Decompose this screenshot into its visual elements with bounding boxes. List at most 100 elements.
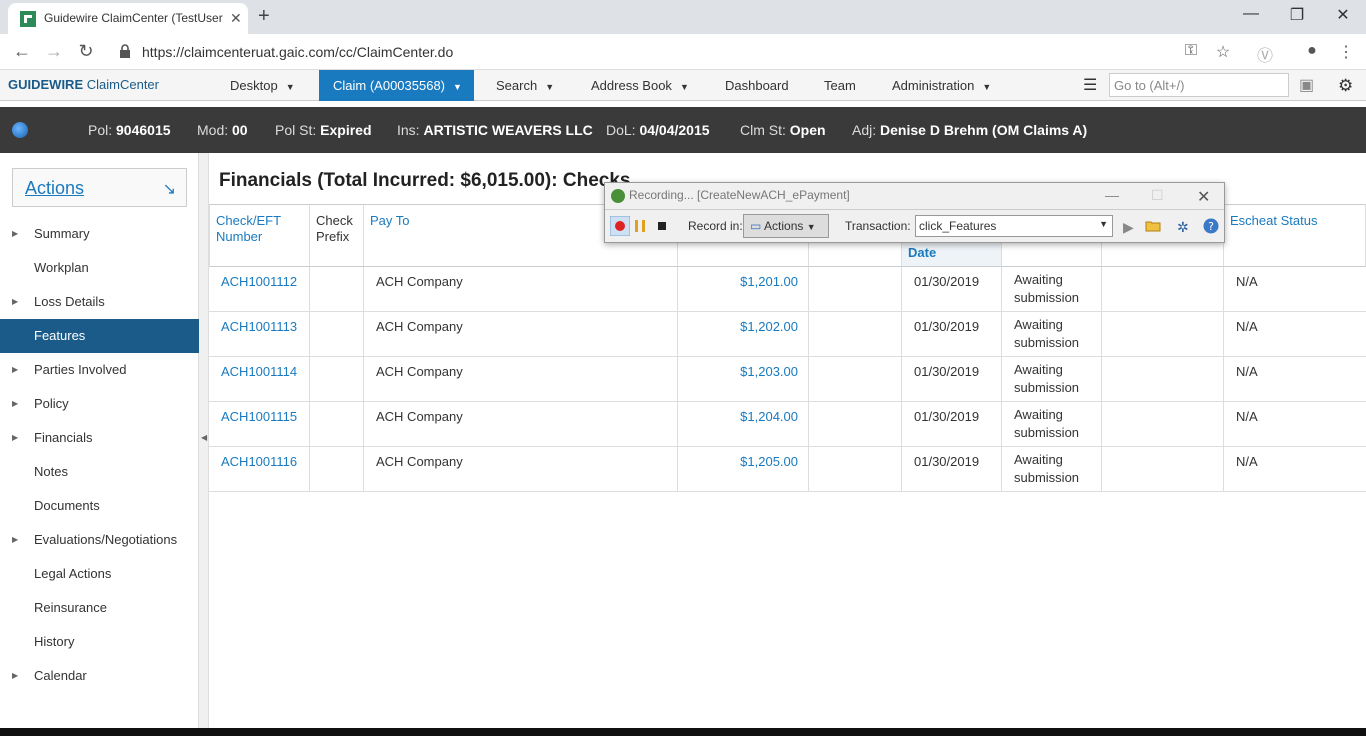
- pay-to-cell: ACH Company: [364, 357, 678, 402]
- amount-link[interactable]: $1,201.00: [678, 267, 809, 312]
- window-close-icon[interactable]: ✕: [1333, 5, 1353, 25]
- col-header-escheat-status[interactable]: Escheat Status: [1224, 204, 1366, 267]
- sidebar-item-workplan[interactable]: Workplan: [0, 251, 199, 285]
- status-orb-icon[interactable]: [12, 122, 28, 138]
- sidebar-item-financials[interactable]: ▶ Financials: [0, 421, 199, 455]
- escheat-cell: N/A: [1236, 274, 1258, 289]
- open-folder-icon[interactable]: [1145, 218, 1161, 234]
- check-number-link[interactable]: ACH1001112: [209, 267, 310, 312]
- escheat-cell: N/A: [1236, 364, 1258, 379]
- table-row: ACH1001115 ACH Company $1,204.00 01/30/2…: [209, 402, 1366, 447]
- goto-input[interactable]: Go to (Alt+/): [1109, 73, 1289, 97]
- nav-team[interactable]: Team: [824, 70, 856, 101]
- chevron-down-icon[interactable]: ▼: [545, 72, 554, 103]
- escheat-cell: N/A: [1236, 409, 1258, 424]
- minimize-icon[interactable]: —: [1241, 5, 1261, 23]
- collapse-left-icon[interactable]: ◀: [201, 433, 207, 442]
- browser-tab[interactable]: Guidewire ClaimCenter (TestUser ✕: [8, 3, 248, 34]
- sidebar-item-features[interactable]: Features: [0, 319, 199, 353]
- col-header-check-prefix: Check Prefix: [310, 204, 364, 267]
- capture-target-icon[interactable]: ✲: [1177, 219, 1189, 236]
- expand-triangle-icon[interactable]: ▶: [12, 353, 18, 387]
- help-icon[interactable]: ?: [1203, 218, 1219, 234]
- expand-triangle-icon[interactable]: ▶: [12, 285, 18, 319]
- hamburger-menu-icon[interactable]: ☰: [1083, 70, 1097, 101]
- sidebar-item-evaluations[interactable]: ▶ Evaluations/Negotiations: [0, 523, 199, 557]
- status-cell: Awaiting submission: [1002, 357, 1102, 402]
- sidebar-item-summary[interactable]: ▶ Summary: [0, 217, 199, 251]
- reload-icon[interactable]: ↻: [75, 41, 97, 62]
- profile-icon[interactable]: ●: [1302, 42, 1322, 60]
- chevron-down-icon[interactable]: ▼: [1099, 219, 1108, 229]
- record-icon[interactable]: [610, 216, 630, 236]
- extension-icon[interactable]: Ⓥ: [1255, 42, 1275, 66]
- insured-name: Ins: ARTISTIC WEAVERS LLC: [397, 122, 593, 138]
- expand-triangle-icon[interactable]: ▶: [12, 523, 18, 557]
- back-icon[interactable]: ←: [11, 41, 33, 62]
- check-number-link[interactable]: ACH1001114: [209, 357, 310, 402]
- tab-close-icon[interactable]: ✕: [230, 10, 242, 27]
- stop-icon[interactable]: [654, 218, 670, 234]
- chevron-down-icon[interactable]: ▼: [982, 72, 991, 103]
- chevron-down-icon[interactable]: ▼: [680, 72, 689, 103]
- pause-icon[interactable]: [632, 218, 648, 234]
- status-cell: Awaiting submission: [1002, 402, 1102, 447]
- sidebar-item-parties-involved[interactable]: ▶ Parties Involved: [0, 353, 199, 387]
- amount-link[interactable]: $1,203.00: [678, 357, 809, 402]
- chevron-down-icon[interactable]: ▼: [286, 72, 295, 103]
- expand-triangle-icon[interactable]: ▶: [12, 217, 18, 251]
- nav-claim[interactable]: Claim (A00035568) ▼: [319, 70, 474, 101]
- chevron-down-icon[interactable]: ▼: [453, 72, 462, 103]
- amount-link[interactable]: $1,205.00: [678, 447, 809, 492]
- pay-to-cell: ACH Company: [364, 402, 678, 447]
- browser-menu-icon[interactable]: ⋮: [1336, 42, 1356, 62]
- sidebar-item-reinsurance[interactable]: Reinsurance: [0, 591, 199, 625]
- recorder-minimize-icon[interactable]: —: [1105, 187, 1119, 203]
- expand-triangle-icon[interactable]: ▶: [12, 659, 18, 693]
- blank-cell: [809, 267, 902, 312]
- check-number-link[interactable]: ACH1001116: [209, 447, 310, 492]
- col-header-check-number[interactable]: Check/EFT Number: [209, 204, 310, 267]
- nav-administration[interactable]: Administration ▼: [892, 70, 991, 101]
- recorder-close-icon[interactable]: ✕: [1197, 187, 1210, 207]
- expand-triangle-icon[interactable]: ▶: [12, 421, 18, 455]
- sidebar-item-loss-details[interactable]: ▶ Loss Details: [0, 285, 199, 319]
- expand-triangle-icon[interactable]: ▶: [12, 387, 18, 421]
- status-cell: Awaiting submission: [1002, 267, 1102, 312]
- nav-dashboard[interactable]: Dashboard: [725, 70, 789, 101]
- recorder-toolbar: Record in: ▭ Actions ▼ Transaction: clic…: [605, 209, 1224, 242]
- sidebar-item-calendar[interactable]: ▶ Calendar: [0, 659, 199, 693]
- amount-link[interactable]: $1,204.00: [678, 402, 809, 447]
- transaction-input[interactable]: click_Features ▼: [915, 215, 1113, 237]
- key-icon[interactable]: ⚿: [1181, 42, 1201, 60]
- sidebar-item-policy[interactable]: ▶ Policy: [0, 387, 199, 421]
- sidebar-item-history[interactable]: History: [0, 625, 199, 659]
- new-tab-icon[interactable]: +: [258, 5, 270, 28]
- os-taskbar: [0, 728, 1366, 736]
- table-row: ACH1001116 ACH Company $1,205.00 01/30/2…: [209, 447, 1366, 492]
- bookmark-star-icon[interactable]: ☆: [1213, 42, 1233, 62]
- restore-icon[interactable]: ❐: [1287, 5, 1307, 25]
- svg-text:?: ?: [1208, 220, 1214, 233]
- actions-button[interactable]: Actions ↘: [12, 168, 187, 207]
- sidebar-splitter[interactable]: ◀: [199, 153, 209, 728]
- play-arrow-icon[interactable]: ▶: [1123, 219, 1134, 236]
- record-in-select[interactable]: ▭ Actions ▼: [743, 214, 829, 238]
- amount-link[interactable]: $1,202.00: [678, 312, 809, 357]
- nav-desktop[interactable]: Desktop ▼: [230, 70, 295, 101]
- sidebar-item-notes[interactable]: Notes: [0, 455, 199, 489]
- check-number-link[interactable]: ACH1001113: [209, 312, 310, 357]
- gear-icon[interactable]: ⚙: [1338, 70, 1353, 101]
- nav-search[interactable]: Search ▼: [496, 70, 554, 101]
- app-nav-bar: GUIDEWIRE ClaimCenter Desktop ▼ Claim (A0…: [0, 70, 1366, 101]
- save-icon[interactable]: ▣: [1299, 70, 1314, 101]
- tab-title: Guidewire ClaimCenter (TestUser: [44, 11, 223, 25]
- recorder-maximize-icon[interactable]: ☐: [1151, 187, 1164, 204]
- forward-icon[interactable]: →: [43, 41, 65, 62]
- url-input[interactable]: https://claimcenteruat.gaic.com/cc/Claim…: [142, 44, 453, 60]
- sidebar-item-documents[interactable]: Documents: [0, 489, 199, 523]
- check-number-link[interactable]: ACH1001115: [209, 402, 310, 447]
- nav-address-book[interactable]: Address Book ▼: [591, 70, 689, 101]
- status-cell: Awaiting submission: [1002, 312, 1102, 357]
- sidebar-item-legal-actions[interactable]: Legal Actions: [0, 557, 199, 591]
